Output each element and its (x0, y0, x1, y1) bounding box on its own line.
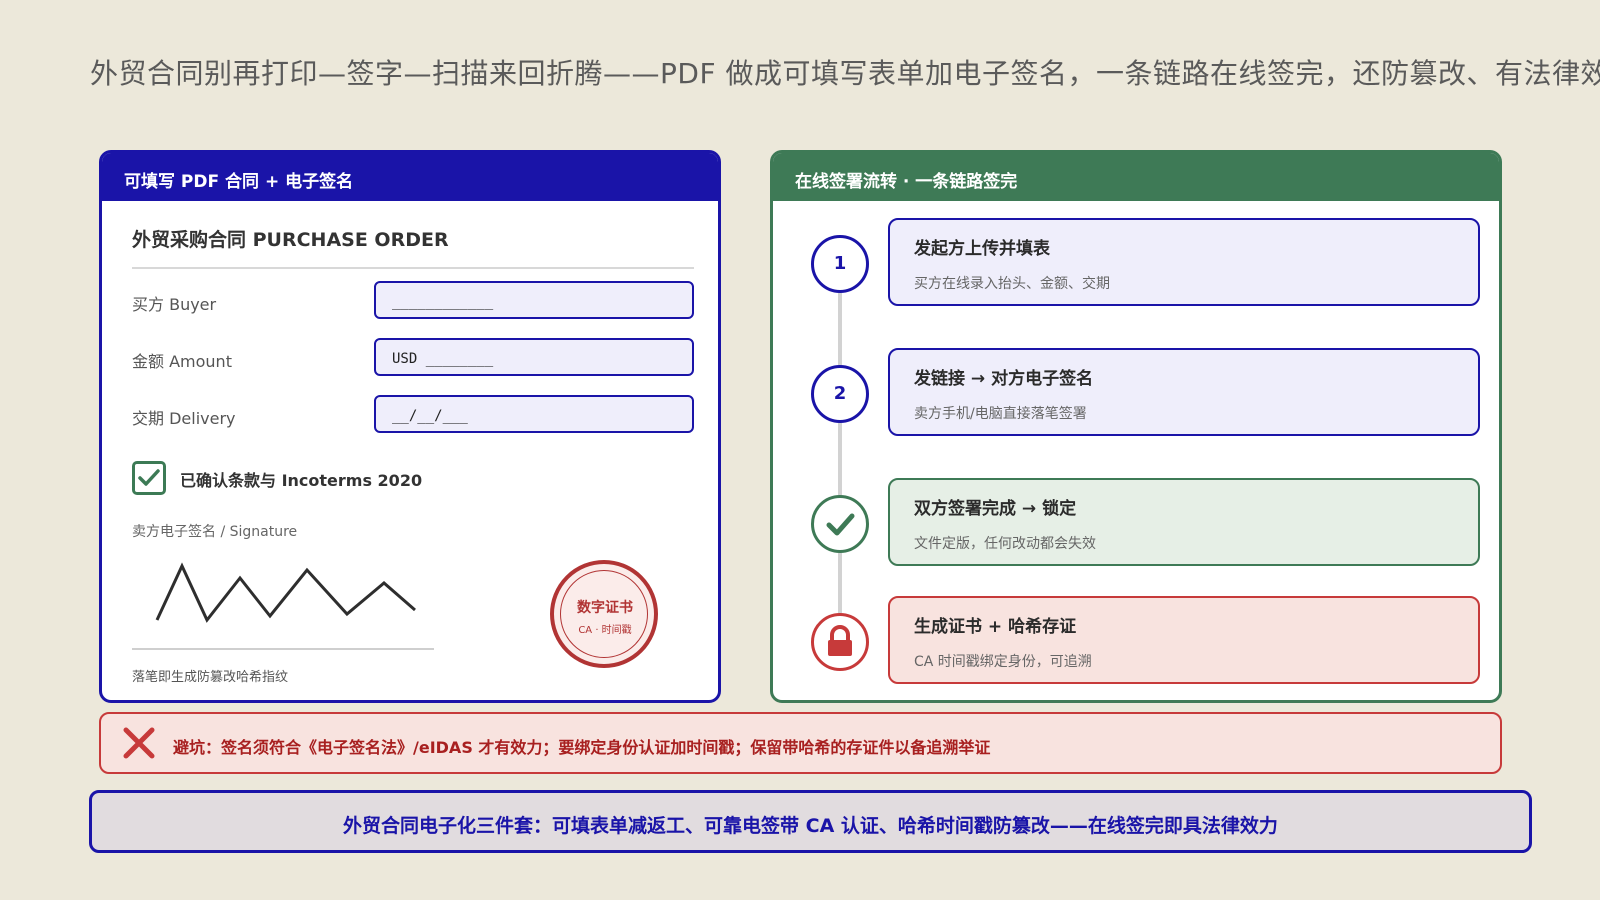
step-1-card: 发起方上传并填表 买方在线录入抬头、金额、交期 (888, 218, 1480, 306)
digital-certificate-seal: 数字证书 CA · 时间戳 (550, 560, 658, 668)
step-2-subtitle: 卖方手机/电脑直接落笔签署 (914, 406, 1087, 422)
check-icon (826, 513, 855, 536)
signature-line (132, 648, 434, 650)
warning-banner: 避坑：签名须符合《电子签名法》/eIDAS 才有效力；要绑定身份认证加时间戳；保… (99, 712, 1502, 774)
delivery-label: 交期 Delivery (132, 409, 236, 428)
seal-subtitle: CA · 时间戳 (578, 625, 632, 636)
step-4-subtitle: CA 时间戳绑定身份，可追溯 (914, 654, 1092, 670)
buyer-field[interactable]: ____________ (374, 281, 694, 319)
step-4-marker (811, 613, 869, 671)
step-1-marker: 1 (811, 235, 869, 293)
signature-label: 卖方电子签名 / Signature (132, 524, 298, 540)
signature-note: 落笔即生成防篡改哈希指纹 (132, 670, 289, 685)
signing-flow-card-header: 在线签署流转 · 一条链路签完 (773, 153, 1499, 201)
delivery-field[interactable]: __/__/___ (374, 395, 694, 433)
step-2-card: 发链接 → 对方电子签名 卖方手机/电脑直接落笔签署 (888, 348, 1480, 436)
contract-title: 外贸采购合同 PURCHASE ORDER (132, 229, 449, 251)
step-4-title: 生成证书 + 哈希存证 (914, 617, 1077, 637)
warning-text: 避坑：签名须符合《电子签名法》/eIDAS 才有效力；要绑定身份认证加时间戳；保… (173, 738, 991, 757)
step-2-marker: 2 (811, 365, 869, 423)
buyer-label: 买方 Buyer (132, 295, 217, 314)
step-3-marker (811, 495, 869, 553)
step-2-title: 发链接 → 对方电子签名 (914, 369, 1094, 389)
terms-checkbox-label: 已确认条款与 Incoterms 2020 (180, 471, 423, 490)
seal-title: 数字证书 (577, 600, 633, 616)
step-3-title: 双方签署完成 → 锁定 (914, 499, 1077, 519)
step-1-subtitle: 买方在线录入抬头、金额、交期 (914, 276, 1110, 292)
cross-icon (123, 727, 155, 759)
timeline-connector (838, 263, 842, 643)
signing-flow-card: 在线签署流转 · 一条链路签完 1 发起方上传并填表 买方在线录入抬头、金额、交… (770, 150, 1502, 703)
lock-icon (828, 625, 852, 656)
signature-stroke[interactable] (132, 548, 432, 638)
check-icon (138, 469, 160, 486)
step-1-title: 发起方上传并填表 (914, 239, 1050, 259)
amount-field[interactable]: USD ________ (374, 338, 694, 376)
step-4-card: 生成证书 + 哈希存证 CA 时间戳绑定身份，可追溯 (888, 596, 1480, 684)
title-divider (132, 267, 694, 269)
step-3-card: 双方签署完成 → 锁定 文件定版，任何改动都会失效 (888, 478, 1480, 566)
summary-banner: 外贸合同电子化三件套：可填表单减返工、可靠电签带 CA 认证、哈希时间戳防篡改—… (89, 790, 1532, 853)
amount-label: 金额 Amount (132, 352, 232, 371)
terms-checkbox[interactable] (132, 461, 166, 495)
pdf-contract-card: 可填写 PDF 合同 + 电子签名 外贸采购合同 PURCHASE ORDER … (99, 150, 721, 703)
headline: 外贸合同别再打印—签字—扫描来回折腾——PDF 做成可填写表单加电子签名，一条链… (90, 57, 1600, 90)
pdf-contract-card-header: 可填写 PDF 合同 + 电子签名 (102, 153, 718, 201)
step-3-subtitle: 文件定版，任何改动都会失效 (914, 536, 1096, 552)
